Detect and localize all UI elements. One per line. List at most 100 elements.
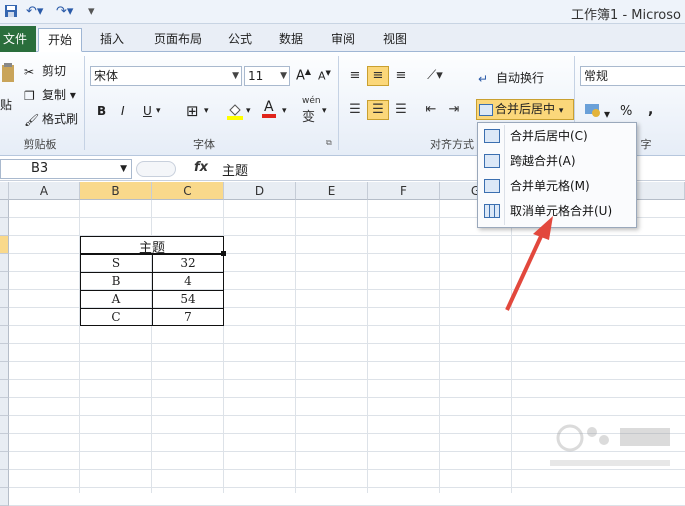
font-name-select[interactable]: 宋体 ▼ [90, 66, 242, 86]
orientation-icon[interactable]: ⟋▾ [420, 66, 450, 86]
phonetic-button[interactable]: wén 变 [302, 96, 321, 125]
row-header[interactable] [0, 200, 9, 218]
comma-button[interactable]: , [648, 102, 653, 118]
row-header[interactable] [0, 344, 9, 362]
menu-item-merge-across[interactable]: 跨越合并(A) [478, 150, 636, 173]
accounting-format-icon[interactable]: ▾ [584, 102, 610, 121]
row-header[interactable] [0, 398, 9, 416]
percent-button[interactable]: % [620, 104, 632, 119]
tab-formulas[interactable]: 公式 [222, 28, 258, 50]
redo-icon[interactable]: ↷▾ [56, 4, 73, 19]
undo-icon[interactable]: ↶▾ [26, 4, 43, 19]
copy-icon: ❐ [24, 88, 35, 103]
paste-label: 贴 [0, 98, 13, 112]
tab-insert[interactable]: 插入 [92, 28, 132, 50]
select-all-corner[interactable] [0, 182, 9, 200]
row-header[interactable] [0, 416, 9, 434]
tab-home[interactable]: 开始 [38, 28, 82, 52]
align-left-icon[interactable]: ☰ [344, 100, 366, 120]
table-cell-label[interactable]: A [80, 292, 152, 306]
row-header[interactable] [0, 308, 9, 326]
row-header[interactable] [0, 488, 9, 506]
merge-center-button[interactable]: 合并后居中 ▾ [476, 99, 574, 120]
formula-input[interactable]: 主题 [222, 160, 248, 179]
shrink-font-button[interactable]: A▼ [318, 69, 331, 83]
phonetic-dropdown-icon[interactable]: ▾ [322, 106, 327, 116]
table-cell-value[interactable]: 54 [152, 292, 224, 306]
format-painter-button[interactable]: 🖌 格式刷 [24, 110, 78, 127]
row-header[interactable] [0, 236, 9, 254]
column-header[interactable]: E [296, 182, 368, 200]
merge-center-icon [484, 129, 500, 143]
column-header[interactable]: A [9, 182, 80, 200]
table-cell-value[interactable]: 32 [152, 256, 224, 270]
tab-data[interactable]: 数据 [273, 28, 309, 50]
ribbon-tabs: 文件 开始 插入 页面布局 公式 数据 审阅 视图 [0, 24, 685, 52]
row-header[interactable] [0, 218, 9, 236]
save-icon[interactable] [4, 4, 18, 22]
underline-button[interactable]: U [143, 104, 152, 118]
column-header[interactable]: D [224, 182, 296, 200]
scissors-icon: ✂ [24, 64, 35, 79]
align-center-icon[interactable]: ☰ [367, 100, 389, 120]
number-format-select[interactable]: 常规 [580, 66, 685, 86]
column-header[interactable]: F [368, 182, 440, 200]
chevron-down-icon: ▾ [558, 106, 564, 116]
customize-toolbar-icon[interactable]: ▾ [88, 4, 95, 19]
row-header[interactable] [0, 470, 9, 488]
merge-icon [479, 103, 493, 116]
formula-bar-resize-handle[interactable] [136, 161, 176, 177]
wrap-text-button[interactable]: ↵ 自动换行 [478, 69, 544, 86]
font-size-select[interactable]: 11 ▼ [244, 66, 290, 86]
copy-button[interactable]: ❐ 复制 ▾ [24, 86, 76, 103]
row-header[interactable] [0, 362, 9, 380]
table-cell-label[interactable]: C [80, 310, 152, 324]
font-dialog-launcher-icon[interactable]: ⧉ [326, 138, 332, 148]
row-header[interactable] [0, 254, 9, 272]
menu-item-merge-cells[interactable]: 合并单元格(M) [478, 175, 636, 198]
tab-review[interactable]: 审阅 [325, 28, 361, 50]
italic-button[interactable]: I [121, 104, 125, 118]
tab-page-layout[interactable]: 页面布局 [146, 28, 210, 50]
fill-color-button[interactable] [226, 102, 244, 123]
tab-view[interactable]: 视图 [377, 28, 413, 50]
grid-row-line [9, 487, 685, 488]
group-label-number: 字 [640, 138, 652, 151]
tab-file[interactable]: 文件 [0, 26, 36, 52]
row-header[interactable] [0, 452, 9, 470]
name-box[interactable]: B3 ▼ [0, 159, 132, 179]
increase-indent-icon[interactable]: ⇥ [443, 100, 465, 120]
group-label-clipboard: 剪贴板 [23, 138, 57, 151]
insert-function-icon[interactable]: fx [188, 160, 214, 175]
group-label-font: 字体 [193, 138, 215, 151]
grid-row-line [9, 361, 685, 362]
fill-dropdown-icon[interactable]: ▾ [246, 106, 251, 116]
borders-dropdown-icon[interactable]: ▾ [204, 106, 209, 116]
font-color-button[interactable]: A [262, 100, 276, 118]
row-header[interactable] [0, 272, 9, 290]
table-cell-value[interactable]: 7 [152, 310, 224, 324]
table-cell-label[interactable]: B [80, 274, 152, 288]
underline-dropdown-icon[interactable]: ▾ [156, 106, 161, 116]
align-top-icon[interactable]: ≡ [344, 66, 366, 86]
table-cell-label[interactable]: S [80, 256, 152, 270]
column-header[interactable]: C [152, 182, 224, 200]
grid-column-line [367, 200, 368, 493]
bold-button[interactable]: B [97, 104, 106, 118]
table-cell-value[interactable]: 4 [152, 274, 224, 288]
column-header[interactable]: B [80, 182, 152, 200]
paste-button[interactable] [0, 62, 18, 84]
cut-button[interactable]: ✂ 剪切 [24, 62, 66, 79]
align-bottom-icon[interactable]: ≡ [390, 66, 412, 86]
row-header[interactable] [0, 290, 9, 308]
borders-icon[interactable]: ⊞ [186, 102, 199, 120]
align-middle-icon[interactable]: ≡ [367, 66, 389, 86]
decrease-indent-icon[interactable]: ⇤ [420, 100, 442, 120]
align-right-icon[interactable]: ☰ [390, 100, 412, 120]
row-header[interactable] [0, 326, 9, 344]
font-color-dropdown-icon[interactable]: ▾ [282, 106, 287, 116]
row-header[interactable] [0, 380, 9, 398]
row-header[interactable] [0, 434, 9, 452]
grow-font-button[interactable]: A▲ [296, 67, 311, 83]
menu-item-merge-center[interactable]: 合并后居中(C) [478, 125, 636, 148]
